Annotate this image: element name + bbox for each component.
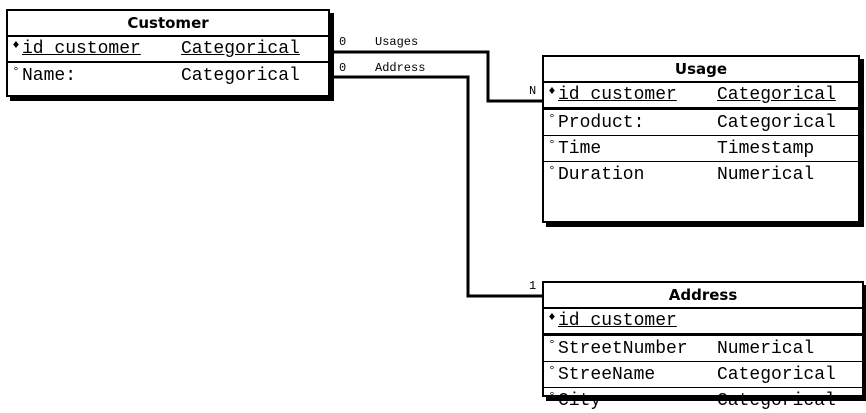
usage-attribute-row: ° Product: Categorical bbox=[544, 109, 858, 135]
attribute-type: Numerical bbox=[717, 164, 815, 185]
customer-entity-title: Customer bbox=[8, 11, 328, 37]
attribute-type: Categorical bbox=[181, 66, 300, 86]
attribute-name: id_customer bbox=[22, 39, 141, 59]
usage-entity-title: Usage bbox=[544, 57, 858, 83]
usage-entity[interactable]: Usage ♦ id_customer Categorical ° Produc… bbox=[542, 55, 860, 223]
attribute-circle-icon: ° bbox=[548, 111, 556, 126]
usage-attribute-row: ° Time Timestamp bbox=[544, 135, 858, 161]
address-attribute-row: ° City Categorical bbox=[544, 387, 862, 413]
attribute-name: Product: bbox=[558, 112, 645, 133]
customer-attribute-row: ♦ id_customer Categorical bbox=[8, 37, 328, 63]
attribute-circle-icon: ° bbox=[12, 65, 20, 79]
address-attribute-row: ° StreeName Categorical bbox=[544, 361, 862, 387]
address-attribute-row: ♦ id_customer bbox=[544, 309, 862, 335]
primary-key-icon: ♦ bbox=[12, 38, 20, 52]
attribute-type: Categorical bbox=[181, 39, 300, 59]
attribute-name: id_customer bbox=[558, 85, 677, 105]
usages-from-cardinality: 0 bbox=[339, 35, 347, 49]
customer-entity[interactable]: Customer ♦ id_customer Categorical ° Nam… bbox=[6, 9, 330, 97]
usage-attribute-row: ♦ id_customer Categorical bbox=[544, 83, 858, 109]
usages-to-cardinality: N bbox=[529, 84, 537, 98]
customer-attribute-row: ° Name: Categorical bbox=[8, 63, 328, 89]
attribute-circle-icon: ° bbox=[548, 137, 556, 152]
attribute-circle-icon: ° bbox=[548, 337, 556, 352]
address-attribute-row: ° StreetNumber Numerical bbox=[544, 335, 862, 361]
attribute-circle-icon: ° bbox=[548, 163, 556, 178]
address-connector bbox=[330, 75, 542, 298]
attribute-type: Categorical bbox=[717, 85, 836, 105]
primary-key-icon: ♦ bbox=[548, 310, 556, 324]
attribute-type: Categorical bbox=[717, 364, 836, 385]
usages-relationship-label: Usages bbox=[375, 35, 419, 49]
attribute-name: City bbox=[558, 390, 602, 411]
attribute-type: Categorical bbox=[717, 112, 836, 133]
attribute-type: Numerical bbox=[717, 338, 815, 359]
primary-key-icon: ♦ bbox=[548, 84, 556, 98]
attribute-name: Duration bbox=[558, 164, 645, 185]
usage-attribute-row: ° Duration Numerical bbox=[544, 161, 858, 187]
attribute-name: StreeName bbox=[558, 364, 656, 385]
address-to-cardinality: 1 bbox=[529, 279, 537, 293]
attribute-name: id_customer bbox=[558, 311, 677, 331]
attribute-name: Time bbox=[558, 138, 602, 159]
attribute-name: StreetNumber bbox=[558, 338, 688, 359]
attribute-name: Name: bbox=[22, 66, 77, 86]
address-entity[interactable]: Address ♦ id_customer ° StreetNumber Num… bbox=[542, 281, 864, 411]
address-entity-title: Address bbox=[544, 283, 862, 309]
attribute-type: Timestamp bbox=[717, 138, 815, 159]
attribute-type: Categorical bbox=[717, 390, 836, 411]
address-relationship-label: Address bbox=[375, 61, 426, 75]
address-from-cardinality: 0 bbox=[339, 61, 347, 75]
attribute-circle-icon: ° bbox=[548, 363, 556, 378]
